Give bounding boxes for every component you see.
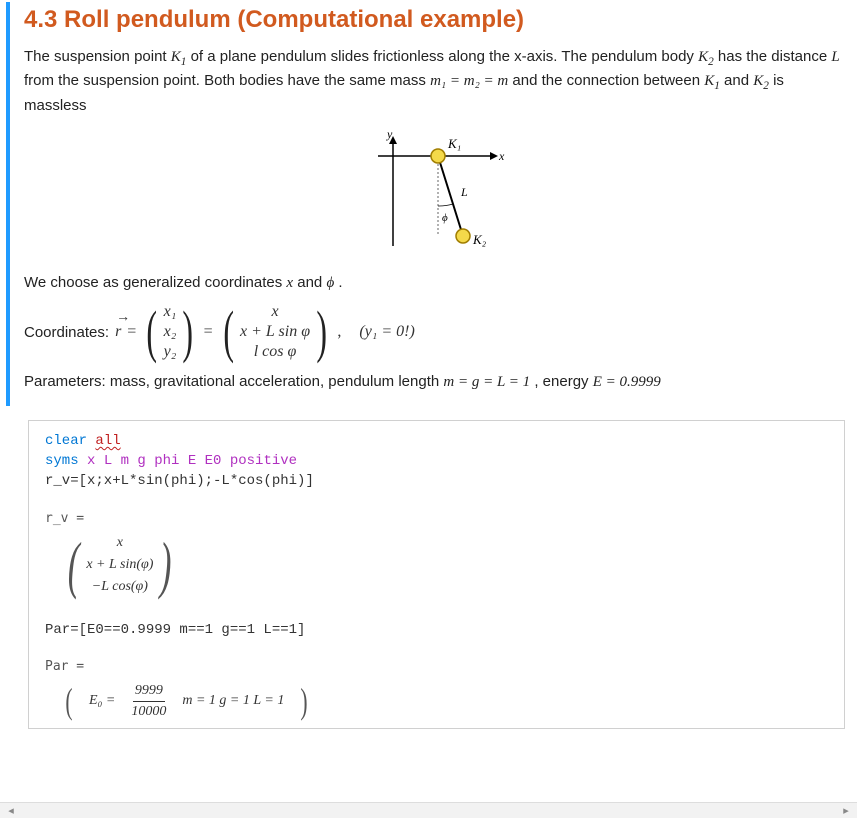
x-axis-label: x: [498, 149, 505, 163]
keyword: syms: [45, 453, 87, 469]
vec-entry: y₂: [164, 343, 177, 361]
right-paren-icon: ): [301, 686, 308, 716]
left-paren-icon: (: [65, 686, 72, 716]
text-cell: 4.3 Roll pendulum (Computational example…: [6, 2, 849, 406]
code-symbols: x L m g phi E E0 positive: [87, 453, 297, 469]
intro-paragraph: The suspension point K1 of a plane pendu…: [24, 46, 841, 116]
vec-entry: x₂: [164, 323, 177, 341]
l-label: L: [460, 185, 468, 199]
horizontal-scrollbar[interactable]: ◂ ▸: [0, 802, 857, 818]
k2-label: K₂: [472, 232, 487, 247]
code-token-error: all: [95, 433, 120, 449]
generalized-coords-text: We choose as generalized coordinates x a…: [24, 272, 841, 295]
text: We choose as generalized coordinates: [24, 274, 286, 291]
section-heading: 4.3 Roll pendulum (Computational example…: [24, 6, 841, 34]
fraction: 9999 10000: [129, 681, 168, 723]
vec-entry: x: [271, 303, 278, 321]
output-label: Par =: [45, 658, 832, 677]
var-phi: ϕ: [326, 275, 334, 291]
left-paren-icon: (: [147, 306, 158, 358]
var-L: L: [831, 49, 839, 65]
vec-entry: x₁: [164, 303, 177, 321]
code-input[interactable]: clear all syms x L m g phi E E0 positive…: [29, 421, 844, 500]
y-axis-label: y: [386, 127, 393, 141]
fraction-denominator: 10000: [129, 702, 168, 722]
diagram-svg: y x K₁ K₂ L ϕ: [353, 126, 513, 266]
vector-paren-2: ( x x + L sin φ l cos φ ): [219, 303, 332, 361]
text: .: [338, 274, 342, 291]
var-K2b: K2: [753, 73, 769, 89]
code-cell[interactable]: clear all syms x L m g phi E E0 positive…: [28, 420, 845, 729]
var-K1b: K1: [704, 73, 720, 89]
left-paren-icon: (: [68, 537, 80, 593]
equals: =: [204, 323, 213, 341]
out-entry: x + L sin(φ): [86, 555, 153, 575]
param-eq1: m = g = L = 1: [443, 374, 530, 390]
text: , energy: [534, 373, 592, 390]
param-eq2: E = 0.9999: [593, 374, 661, 390]
pendulum-diagram: y x K₁ K₂ L ϕ: [24, 126, 841, 266]
keyword: clear: [45, 433, 95, 449]
code-line: Par=[E0==0.9999 m==1 g==1 L==1]: [45, 622, 305, 638]
scroll-left-arrow-icon[interactable]: ◂: [4, 804, 18, 817]
k1-label: K₁: [447, 136, 461, 151]
text: and: [724, 72, 753, 89]
mass-equation: m₁ = m₂ = m: [430, 73, 508, 89]
right-paren-icon: ): [183, 306, 194, 358]
coordinates-equation: Coordinates: r = ( x₁ x₂ y₂ ) = ( x x + …: [24, 303, 841, 361]
text: Parameters: mass, gravitational accelera…: [24, 373, 443, 390]
vec-entry: x + L sin φ: [240, 323, 310, 341]
comma: ,: [337, 323, 353, 341]
scroll-right-arrow-icon[interactable]: ▸: [839, 804, 853, 817]
text: and the connection between: [512, 72, 704, 89]
coord-label: Coordinates:: [24, 324, 109, 341]
out-rest: m = 1 g = 1 L = 1: [182, 691, 284, 711]
out-e0-label: E₀ =: [89, 691, 115, 711]
code-line: r_v=[x;x+L*sin(phi);-L*cos(phi)]: [45, 473, 314, 489]
parameters-text: Parameters: mass, gravitational accelera…: [24, 371, 841, 394]
code-input-2[interactable]: Par=[E0==0.9999 m==1 g==1 L==1]: [29, 610, 844, 648]
output-label: r_v =: [45, 510, 832, 529]
vector-r: r: [115, 323, 121, 341]
text: has the distance: [718, 48, 831, 65]
vector-paren-1: ( x₁ x₂ y₂ ): [142, 303, 197, 361]
phi-label: ϕ: [442, 212, 448, 224]
text: of a plane pendulum slides frictionless …: [191, 48, 699, 65]
left-paren-icon: (: [223, 306, 234, 358]
code-output-1: r_v = ( x x + L sin(φ) −L cos(φ) ): [29, 500, 844, 610]
out-entry: x: [117, 533, 123, 553]
right-paren-icon: ): [316, 306, 327, 358]
vec-entry: l cos φ: [254, 343, 297, 361]
text: The suspension point: [24, 48, 171, 65]
code-output-2: Par = ( E₀ = 9999 10000 m = 1 g = 1 L = …: [29, 648, 844, 728]
var-x: x: [286, 275, 293, 291]
y1-note: (y₁ = 0!): [359, 323, 414, 341]
var-K2: K2: [698, 49, 714, 65]
out-entry: −L cos(φ): [92, 577, 148, 597]
text: from the suspension point. Both bodies h…: [24, 72, 430, 89]
fraction-numerator: 9999: [133, 681, 165, 702]
right-paren-icon: ): [160, 537, 172, 593]
var-K1: K1: [171, 49, 187, 65]
text: and: [297, 274, 326, 291]
